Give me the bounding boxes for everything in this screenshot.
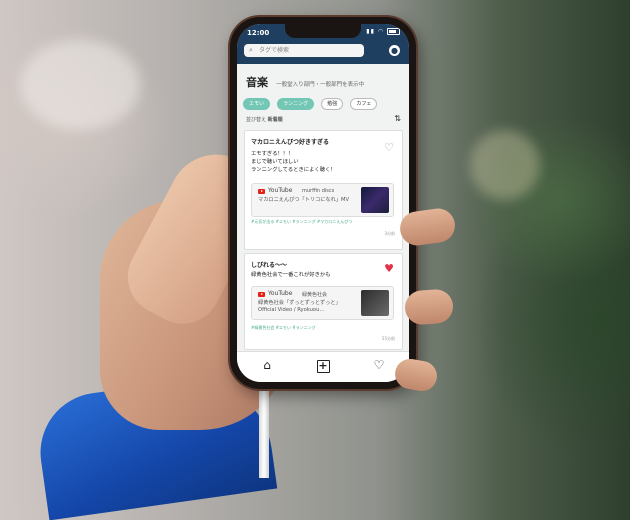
video-embed[interactable]: YouTube 緑黄色社会 緑黄色社会「ずっとずっとずっと」Official V… — [251, 286, 394, 320]
favorites-icon[interactable]: ♡ — [369, 358, 389, 374]
page-title: 音楽 — [246, 76, 268, 89]
video-title: マカロニえんぴつ「トリコになれ」MV — [258, 197, 350, 203]
post-tags[interactable]: #緑黄色社会 #エモい #ランニング — [251, 325, 316, 331]
post-tags[interactable]: #元気が出る #エモい #ランニング #マカロニえんぴつ — [251, 219, 352, 225]
post-time: 3分前 — [384, 231, 395, 236]
bottom-tab-bar: ⌂ + ♡ — [237, 351, 409, 382]
wifi-icon: ◠ — [377, 28, 385, 35]
page-subtitle: 一般堂入り部門・一般部門を表示中 — [276, 82, 365, 88]
post-body: エモすぎる！！！ まじで聴いてほしい ランニングしてるときによく聴く！ — [251, 151, 336, 173]
charging-cable — [259, 388, 269, 478]
heart-icon[interactable]: ♡ — [384, 141, 394, 154]
home-icon[interactable]: ⌂ — [257, 358, 277, 374]
sort-label: 並び替え — [246, 117, 267, 123]
post-title: マカロニえんぴつ好きすぎる — [251, 139, 330, 146]
phone-notch — [285, 24, 361, 38]
search-icon: ⌕ — [249, 46, 253, 54]
search-placeholder: タグで検索 — [259, 47, 290, 54]
status-time: 12:00 — [247, 29, 270, 37]
chip-emoi[interactable]: エモい — [243, 98, 271, 110]
chip-cafe[interactable]: カフェ — [350, 98, 378, 110]
status-icons: ▮▮ ◠ — [366, 28, 400, 35]
sort-bar: 並び替え 新着順 ⇅ — [246, 114, 401, 123]
channel-name: murffin discs — [302, 188, 335, 194]
category-header: 音楽 一般堂入り部門・一般部門を表示中 — [246, 71, 364, 90]
youtube-icon — [258, 292, 265, 297]
post-body: 緑黄色社会で一番これが好きかも — [251, 272, 331, 278]
channel-name: 緑黄色社会 — [302, 292, 328, 298]
video-title: 緑黄色社会「ずっとずっとずっと」Official Video / Ryokuou… — [258, 300, 341, 313]
user-icon[interactable]: ● — [389, 45, 400, 56]
post-card[interactable]: しびれる〜〜 ♥ 緑黄色社会で一番これが好きかも YouTube 緑黄色社会 緑… — [244, 253, 403, 350]
smartphone: 12:00 ▮▮ ◠ ⌕ タグで検索 ● 音楽 一般堂入り部門・一般部門を表示中… — [230, 17, 416, 389]
chip-running[interactable]: ランニング — [277, 98, 315, 110]
youtube-icon — [258, 189, 265, 194]
video-thumbnail — [361, 187, 389, 213]
chip-study[interactable]: 勉強 — [321, 98, 344, 110]
service-label: YouTube — [268, 290, 293, 297]
app-screen: 12:00 ▮▮ ◠ ⌕ タグで検索 ● 音楽 一般堂入り部門・一般部門を表示中… — [237, 24, 409, 382]
heart-icon[interactable]: ♥ — [384, 262, 394, 275]
tag-filter-chips: エモい ランニング 勉強 カフェ — [243, 90, 379, 110]
video-embed[interactable]: YouTube murffin discs マカロニえんぴつ「トリコになれ」MV — [251, 183, 394, 217]
service-label: YouTube — [268, 187, 293, 194]
background-bokeh — [470, 130, 540, 200]
search-input[interactable]: ⌕ タグで検索 — [244, 44, 364, 57]
post-time: 55分前 — [381, 336, 395, 341]
hand-finger — [392, 356, 440, 394]
hand-finger — [403, 288, 455, 326]
sort-value[interactable]: 新着順 — [268, 117, 283, 123]
post-title: しびれる〜〜 — [251, 262, 288, 269]
sort-icon[interactable]: ⇅ — [394, 114, 401, 123]
signal-icon: ▮▮ — [366, 28, 375, 35]
add-icon[interactable]: + — [313, 358, 333, 374]
background-bokeh — [20, 40, 140, 130]
battery-icon — [387, 28, 400, 35]
post-card[interactable]: マカロニえんぴつ好きすぎる ♡ エモすぎる！！！ まじで聴いてほしい ランニング… — [244, 130, 403, 250]
video-thumbnail — [361, 290, 389, 316]
